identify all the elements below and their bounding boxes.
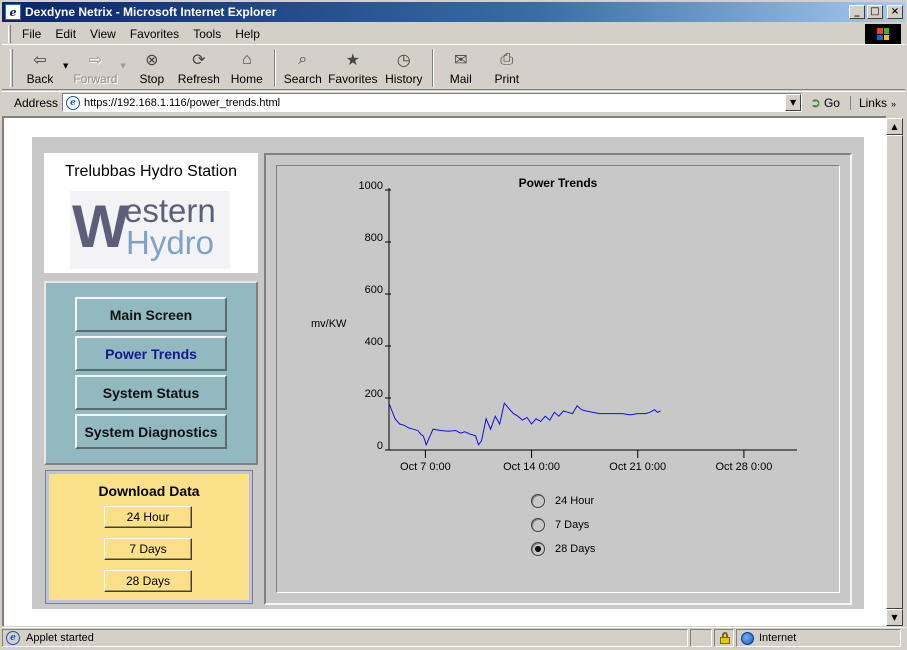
menu-file[interactable]: File <box>15 27 48 41</box>
back-dropdown-icon[interactable]: ▼ <box>63 62 68 70</box>
refresh-icon: ⟳ <box>192 52 206 69</box>
main-screen-button[interactable]: Main Screen <box>75 297 227 332</box>
status-text-area: e Applet started <box>2 629 688 647</box>
refresh-button[interactable]: ⟳ Refresh <box>174 46 224 88</box>
menu-tools[interactable]: Tools <box>186 27 228 41</box>
netrix-applet: Trelubbas Hydro Station W estern Hydro M… <box>32 137 864 609</box>
print-button[interactable]: ⎙ Print <box>484 46 530 88</box>
back-arrow-icon: ⇦ <box>33 52 47 69</box>
stop-button[interactable]: ⊗ Stop <box>130 46 174 88</box>
windows-logo-icon <box>865 24 901 44</box>
menu-bar: File Edit View Favorites Tools Help <box>2 23 905 45</box>
favorites-folder-icon: ★ <box>345 52 360 69</box>
window-title: Dexdyne Netrix - Microsoft Internet Expl… <box>25 5 277 19</box>
window-title-bar: e Dexdyne Netrix - Microsoft Internet Ex… <box>2 2 905 22</box>
status-text: Applet started <box>26 632 94 644</box>
address-dropdown-icon[interactable]: ▼ <box>785 94 802 111</box>
download-7d-button[interactable]: 7 Days <box>104 538 192 560</box>
forward-button[interactable]: ⇨ Forward <box>72 46 118 88</box>
x-tick-label: Oct 14 0:00 <box>503 461 560 473</box>
navigation-panel: Main Screen Power Trends System Status S… <box>44 281 258 465</box>
zone-text: Internet <box>759 632 797 644</box>
back-button[interactable]: ⇦ Back <box>19 46 61 88</box>
printer-icon: ⎙ <box>500 51 514 68</box>
minimize-button[interactable]: _ <box>849 5 865 19</box>
menu-grip <box>8 24 11 43</box>
search-icon: ⌕ <box>298 51 308 68</box>
y-tick-label: 800 <box>365 232 383 244</box>
security-zone: Internet <box>736 629 901 647</box>
y-tick-label: 400 <box>365 336 383 348</box>
station-header: Trelubbas Hydro Station W estern Hydro <box>44 153 258 273</box>
home-button[interactable]: ⌂ Home <box>224 46 270 88</box>
x-tick-label: Oct 28 0:00 <box>715 461 772 473</box>
address-bar: Address e ▼ ➲ Go Links» <box>2 91 905 113</box>
status-cell <box>690 629 712 647</box>
history-icon: ◷ <box>396 52 411 69</box>
standard-toolbar: ⇦ Back ▼ ⇨ Forward ▼ ⊗ Stop ⟳ Refresh ⌂ … <box>2 46 905 90</box>
range-option-24h[interactable]: 24 Hour <box>531 494 594 508</box>
search-button[interactable]: ⌕ Search <box>280 46 326 88</box>
system-diagnostics-button[interactable]: System Diagnostics <box>75 414 227 449</box>
chevron-right-icon: » <box>890 98 896 109</box>
page-icon: e <box>66 95 81 110</box>
download-title: Download Data <box>98 483 200 499</box>
radio-28d[interactable] <box>531 542 545 556</box>
x-tick-label: Oct 7 0:00 <box>400 461 451 473</box>
favorites-button[interactable]: ★ Favorites <box>326 46 380 88</box>
y-tick-label: 600 <box>365 284 383 296</box>
y-tick-label: 200 <box>365 388 383 400</box>
lock-icon <box>720 632 730 644</box>
power-trends-button[interactable]: Power Trends <box>75 336 227 371</box>
menu-edit[interactable]: Edit <box>48 27 83 41</box>
go-button[interactable]: ➲ Go <box>810 95 840 111</box>
mail-button[interactable]: ✉ Mail <box>438 46 484 88</box>
menu-view[interactable]: View <box>83 27 123 41</box>
ie-page-icon: e <box>6 631 20 645</box>
station-name: Trelubbas Hydro Station <box>65 163 237 180</box>
toolbar-separator <box>273 49 276 87</box>
radio-24h[interactable] <box>531 494 545 508</box>
ie-icon: e <box>5 4 21 20</box>
history-button[interactable]: ◷ History <box>380 46 428 88</box>
forward-dropdown-icon[interactable]: ▼ <box>120 62 125 70</box>
go-arrow-icon: ➲ <box>810 94 821 110</box>
x-tick-label: Oct 21 0:00 <box>609 461 666 473</box>
address-label: Address <box>14 95 59 110</box>
home-icon: ⌂ <box>241 51 252 68</box>
maximize-button[interactable]: □ <box>867 5 883 19</box>
links-button[interactable]: Links» <box>849 95 896 110</box>
range-option-28d[interactable]: 28 Days <box>531 542 595 556</box>
radio-7d[interactable] <box>531 518 545 532</box>
stop-icon: ⊗ <box>145 52 159 69</box>
download-28d-button[interactable]: 28 Days <box>104 570 192 592</box>
menu-help[interactable]: Help <box>228 27 267 41</box>
chart-frame: Power Trends mv/KW 0 200 400 600 800 1000 Oct … <box>264 153 852 605</box>
status-bar: e Applet started Internet <box>2 627 905 648</box>
scroll-thumb[interactable] <box>886 135 903 609</box>
system-status-button[interactable]: System Status <box>75 375 227 410</box>
download-24h-button[interactable]: 24 Hour <box>104 506 192 528</box>
address-field[interactable]: e ▼ <box>62 93 803 112</box>
mail-icon: ✉ <box>454 52 468 69</box>
scroll-down-icon[interactable]: ▼ <box>886 609 903 626</box>
vertical-scrollbar[interactable]: ▲ ▼ <box>886 118 903 626</box>
scroll-up-icon[interactable]: ▲ <box>886 118 903 135</box>
url-input[interactable] <box>84 96 786 109</box>
power-series-line <box>388 402 661 447</box>
chart-panel: Power Trends mv/KW 0 200 400 600 800 1000 Oct … <box>276 165 840 593</box>
range-option-7d[interactable]: 7 Days <box>531 518 589 532</box>
y-tick-label: 1000 <box>359 180 383 192</box>
forward-arrow-icon: ⇨ <box>88 52 103 69</box>
menu-favorites[interactable]: Favorites <box>123 27 186 41</box>
secure-lock-cell <box>714 629 734 647</box>
page-content: Trelubbas Hydro Station W estern Hydro M… <box>2 116 886 626</box>
y-tick-label: 0 <box>377 440 383 452</box>
western-hydro-logo: W estern Hydro <box>70 191 230 269</box>
close-button[interactable]: × <box>887 5 903 19</box>
toolbar-separator <box>431 49 434 87</box>
download-panel: Download Data 24 Hour 7 Days 28 Days <box>45 470 253 604</box>
globe-icon <box>741 631 754 645</box>
toolbar-grip <box>10 49 13 87</box>
